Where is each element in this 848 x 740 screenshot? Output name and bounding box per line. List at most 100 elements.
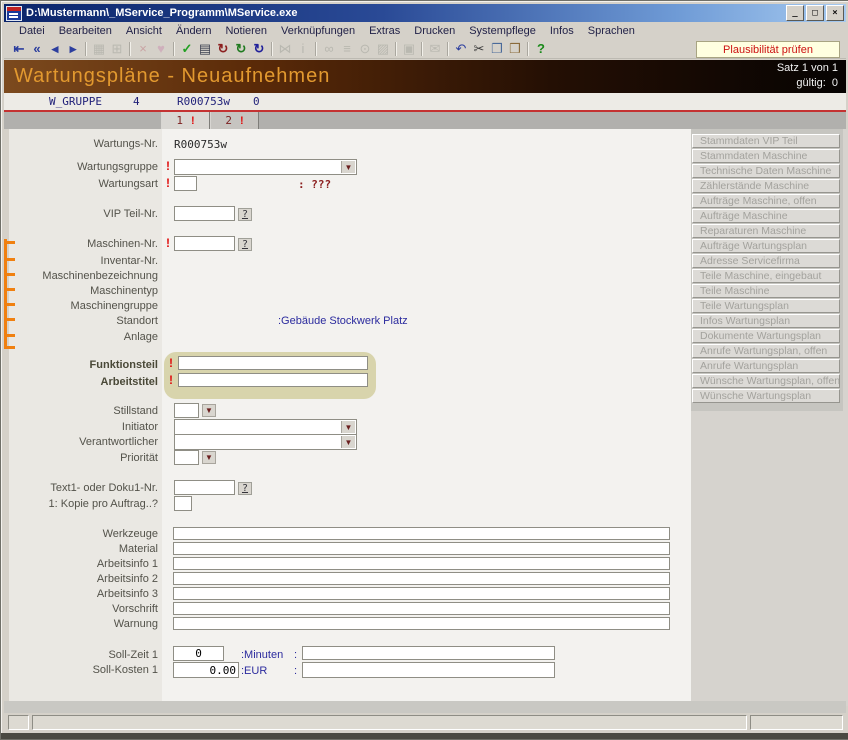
- chevron-down-icon[interactable]: ▼: [341, 436, 355, 448]
- refresh-green-icon[interactable]: ↻: [232, 41, 250, 57]
- sidebar-button-teile-maschine[interactable]: Teile Maschine: [692, 284, 840, 298]
- soll-kosten1-text-input[interactable]: [302, 662, 555, 678]
- fast-back-icon[interactable]: «: [28, 41, 46, 57]
- plausibility-check-button[interactable]: Plausibilität prüfen: [696, 41, 840, 58]
- stillstand-input[interactable]: [174, 403, 199, 418]
- paste-icon[interactable]: ❒: [506, 41, 524, 57]
- help-icon[interactable]: ?: [532, 41, 550, 57]
- maschinen-nr-help-button[interactable]: ?: [238, 238, 252, 251]
- sidebar-button-stammdaten-vip-teil[interactable]: Stammdaten VIP Teil: [692, 134, 840, 148]
- menu-verknuepfungen[interactable]: Verknüpfungen: [274, 24, 362, 38]
- mail-icon[interactable]: ✉: [426, 41, 444, 57]
- soll-kosten1-input[interactable]: [173, 662, 239, 678]
- chevron-down-icon[interactable]: ▼: [341, 161, 355, 173]
- vip-teil-help-button[interactable]: ?: [238, 208, 252, 221]
- link-icon[interactable]: ⋈: [276, 41, 294, 57]
- menu-ansicht[interactable]: Ansicht: [119, 24, 169, 38]
- copy-icon[interactable]: ❐: [488, 41, 506, 57]
- text1-doku1-help-button[interactable]: ?: [238, 482, 252, 495]
- soll-kosten1-unit: :EUR: [241, 665, 267, 677]
- label-wartungs-nr: Wartungs-Nr.: [94, 138, 158, 150]
- maschinen-nr-input[interactable]: [174, 236, 235, 251]
- info-icon[interactable]: i: [294, 41, 312, 57]
- sidebar-button-stammdaten-maschine[interactable]: Stammdaten Maschine: [692, 149, 840, 163]
- menu-sprachen[interactable]: Sprachen: [581, 24, 642, 38]
- sidebar-button-technische-daten-maschine[interactable]: Technische Daten Maschine: [692, 164, 840, 178]
- undo-icon[interactable]: ↶: [452, 41, 470, 57]
- tab-1-label: 1: [176, 114, 183, 127]
- tab-2[interactable]: 2 !: [210, 112, 259, 129]
- label-maschinen-nr: Maschinen-Nr.: [87, 238, 158, 250]
- refresh-blue-icon[interactable]: ↻: [250, 41, 268, 57]
- menu-notieren[interactable]: Notieren: [218, 24, 274, 38]
- minimize-button[interactable]: _: [786, 5, 804, 21]
- soll-zeit1-text-input[interactable]: [302, 646, 555, 660]
- tree-icon[interactable]: ⊞: [108, 41, 126, 57]
- arbeitsinfo2-input[interactable]: [173, 572, 670, 585]
- details-icon[interactable]: ▤: [196, 41, 214, 57]
- eye-icon[interactable]: ⊙: [356, 41, 374, 57]
- tab-1[interactable]: 1 !: [161, 112, 210, 129]
- next-record-icon[interactable]: ▸: [64, 41, 82, 57]
- wartungsgruppe-select[interactable]: ▼: [174, 159, 357, 175]
- initiator-select[interactable]: ▼: [174, 419, 357, 435]
- kopie-pro-auftrag-input[interactable]: [174, 496, 192, 511]
- binoculars-icon[interactable]: ∞: [320, 41, 338, 57]
- confirm-icon[interactable]: ✓: [178, 41, 196, 57]
- delete-icon[interactable]: ×: [134, 41, 152, 57]
- menu-drucken[interactable]: Drucken: [407, 24, 462, 38]
- sidebar-button-teile-wartungsplan[interactable]: Teile Wartungsplan: [692, 299, 840, 313]
- sidebar-button-dokumente-wartungsplan[interactable]: Dokumente Wartungsplan: [692, 329, 840, 343]
- sidebar-button-auftraege-maschine[interactable]: Aufträge Maschine: [692, 209, 840, 223]
- arbeitsinfo3-input[interactable]: [173, 587, 670, 600]
- maximize-button[interactable]: □: [806, 5, 824, 21]
- werkzeuge-input[interactable]: [173, 527, 670, 540]
- first-record-icon[interactable]: ⇤: [10, 41, 28, 57]
- list-icon[interactable]: ≡: [338, 41, 356, 57]
- soll-zeit1-input[interactable]: [173, 646, 224, 661]
- menu-datei[interactable]: Datei: [12, 24, 52, 38]
- refresh-red-icon[interactable]: ↻: [214, 41, 232, 57]
- sidebar-button-wuensche-wartungsplan-offen[interactable]: Wünsche Wartungsplan, offen: [692, 374, 840, 388]
- text1-doku1-input[interactable]: [174, 480, 235, 495]
- material-input[interactable]: [173, 542, 670, 555]
- print-icon[interactable]: ▣: [400, 41, 418, 57]
- arbeitstitel-input[interactable]: [178, 373, 368, 387]
- bracket-tick: [4, 334, 15, 337]
- menu-infos[interactable]: Infos: [543, 24, 581, 38]
- valid-count: gültig: 0: [796, 77, 838, 89]
- vorschrift-input[interactable]: [173, 602, 670, 615]
- prioritaet-dropdown-button[interactable]: ▼: [202, 451, 216, 464]
- vip-teil-nr-input[interactable]: [174, 206, 235, 221]
- favorite-icon[interactable]: ♥: [152, 41, 170, 57]
- sidebar-button-auftraege-maschine-offen[interactable]: Aufträge Maschine, offen: [692, 194, 840, 208]
- label-initiator: Initiator: [122, 421, 158, 433]
- stillstand-dropdown-button[interactable]: ▼: [202, 404, 216, 417]
- funktionsteil-input[interactable]: [178, 356, 368, 370]
- menu-systempflege[interactable]: Systempflege: [462, 24, 543, 38]
- arbeitsinfo1-input[interactable]: [173, 557, 670, 570]
- verantwortlicher-select[interactable]: ▼: [174, 434, 357, 450]
- close-button[interactable]: ×: [826, 5, 844, 21]
- menu-aendern[interactable]: Ändern: [169, 24, 218, 38]
- import-icon[interactable]: ▦: [90, 41, 108, 57]
- sidebar-button-adresse-servicefirma[interactable]: Adresse Servicefirma: [692, 254, 840, 268]
- sidebar-button-reparaturen-maschine[interactable]: Reparaturen Maschine: [692, 224, 840, 238]
- sidebar-button-infos-wartungsplan[interactable]: Infos Wartungsplan: [692, 314, 840, 328]
- chevron-down-icon[interactable]: ▼: [341, 421, 355, 433]
- chart-icon[interactable]: ▨: [374, 41, 392, 57]
- wartungsart-input[interactable]: [174, 176, 197, 191]
- sidebar-button-teile-maschine-eingebaut[interactable]: Teile Maschine, eingebaut: [692, 269, 840, 283]
- sidebar-button-anrufe-wartungsplan-offen[interactable]: Anrufe Wartungsplan, offen: [692, 344, 840, 358]
- sidebar-button-auftraege-wartungsplan[interactable]: Aufträge Wartungsplan: [692, 239, 840, 253]
- cut-icon[interactable]: ✂: [470, 41, 488, 57]
- menu-bearbeiten[interactable]: Bearbeiten: [52, 24, 119, 38]
- prev-record-icon[interactable]: ◂: [46, 41, 64, 57]
- menu-extras[interactable]: Extras: [362, 24, 407, 38]
- prioritaet-input[interactable]: [174, 450, 199, 465]
- sidebar-button-zaehlerstaende-maschine[interactable]: Zählerstände Maschine: [692, 179, 840, 193]
- sidebar-button-wuensche-wartungsplan[interactable]: Wünsche Wartungsplan: [692, 389, 840, 403]
- warnung-input[interactable]: [173, 617, 670, 630]
- status-panel-right: [750, 715, 843, 730]
- sidebar-button-anrufe-wartungsplan[interactable]: Anrufe Wartungsplan: [692, 359, 840, 373]
